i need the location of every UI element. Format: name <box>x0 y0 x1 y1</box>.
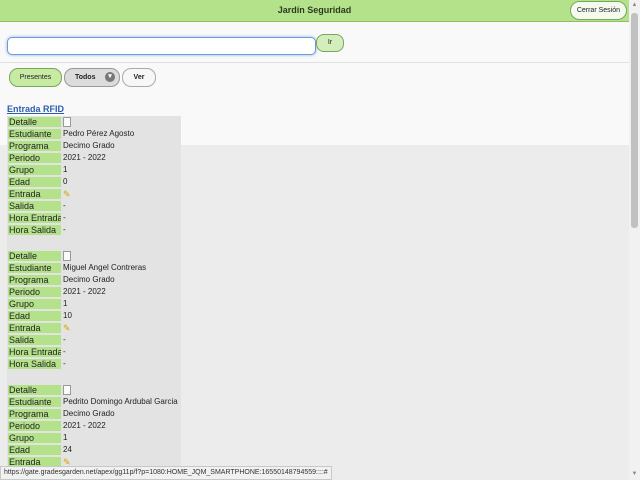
value-estudiante: Pedrito Domingo Ardubal Garcia <box>63 397 178 406</box>
scroll-up-arrow-icon[interactable]: ▲ <box>629 0 640 11</box>
filter-presentes-button[interactable]: Presentes <box>9 68 62 87</box>
value-estudiante: Miguel Angel Contreras <box>63 263 147 272</box>
document-icon[interactable] <box>63 385 71 395</box>
label-edad: Edad <box>8 311 61 321</box>
filter-ver-button[interactable]: Ver <box>122 68 156 87</box>
value-edad: 10 <box>63 311 72 320</box>
status-bar-url: https://gate.gradesgarden.net/apex/gg11p… <box>0 466 332 480</box>
label-hora-entrada: Hora Entrada <box>8 213 61 223</box>
label-salida: Salida <box>8 201 61 211</box>
chevron-down-icon: ▾ <box>105 72 115 82</box>
label-grupo: Grupo <box>8 299 61 309</box>
label-periodo: Periodo <box>8 153 61 163</box>
value-salida: - <box>63 335 66 344</box>
label-hora-salida: Hora Salida <box>8 225 61 235</box>
pencil-icon[interactable]: ✎ <box>63 189 71 199</box>
label-estudiante: Estudiante <box>8 397 61 407</box>
label-estudiante: Estudiante <box>8 263 61 273</box>
app-header: Jardín Seguridad Cerrar Sesión <box>0 0 629 22</box>
document-icon[interactable] <box>63 117 71 127</box>
record-list: Detalle Estudiante Pedro Pérez Agosto Pro… <box>7 116 181 480</box>
page-title: Jardín Seguridad <box>277 5 352 15</box>
value-grupo: 1 <box>63 433 68 442</box>
value-hora-salida: - <box>63 359 66 368</box>
section-title-link[interactable]: Entrada RFID <box>7 104 64 114</box>
value-edad: 0 <box>63 177 68 186</box>
label-detalle: Detalle <box>8 251 61 261</box>
list-item: Detalle Estudiante Miguel Angel Contreras… <box>7 250 181 370</box>
label-periodo: Periodo <box>8 287 61 297</box>
label-edad: Edad <box>8 445 61 455</box>
value-programa: Decimo Grado <box>63 141 115 150</box>
label-detalle: Detalle <box>8 385 61 395</box>
list-item: Detalle Estudiante Pedrito Domingo Arduba… <box>7 384 181 468</box>
label-entrada: Entrada <box>8 323 61 333</box>
value-periodo: 2021 - 2022 <box>63 421 106 430</box>
pencil-icon[interactable]: ✎ <box>63 323 71 333</box>
logout-button[interactable]: Cerrar Sesión <box>569 1 627 20</box>
value-edad: 24 <box>63 445 72 454</box>
label-grupo: Grupo <box>8 165 61 175</box>
vertical-scrollbar[interactable]: ▲ ▼ <box>629 0 640 480</box>
label-detalle: Detalle <box>8 117 61 127</box>
label-salida: Salida <box>8 335 61 345</box>
divider <box>0 62 629 63</box>
scroll-down-arrow-icon[interactable]: ▼ <box>629 469 640 480</box>
label-programa: Programa <box>8 409 61 419</box>
value-hora-salida: - <box>63 225 66 234</box>
value-programa: Decimo Grado <box>63 409 115 418</box>
value-hora-entrada: - <box>63 347 66 356</box>
label-hora-entrada: Hora Entrada <box>8 347 61 357</box>
value-programa: Decimo Grado <box>63 275 115 284</box>
value-salida: - <box>63 201 66 210</box>
label-hora-salida: Hora Salida <box>8 359 61 369</box>
filter-todos-label: Todos <box>75 74 96 81</box>
filter-todos-select[interactable]: Todos ▾ <box>64 68 120 87</box>
label-edad: Edad <box>8 177 61 187</box>
value-grupo: 1 <box>63 299 68 308</box>
value-estudiante: Pedro Pérez Agosto <box>63 129 135 138</box>
scroll-thumb[interactable] <box>631 13 638 228</box>
label-programa: Programa <box>8 141 61 151</box>
label-programa: Programa <box>8 275 61 285</box>
document-icon[interactable] <box>63 251 71 261</box>
label-entrada: Entrada <box>8 189 61 199</box>
value-grupo: 1 <box>63 165 68 174</box>
go-button[interactable]: Ir <box>316 34 344 52</box>
list-item: Detalle Estudiante Pedro Pérez Agosto Pro… <box>7 116 181 236</box>
label-estudiante: Estudiante <box>8 129 61 139</box>
value-hora-entrada: - <box>63 213 66 222</box>
label-periodo: Periodo <box>8 421 61 431</box>
search-input[interactable] <box>7 37 316 55</box>
label-grupo: Grupo <box>8 433 61 443</box>
value-periodo: 2021 - 2022 <box>63 287 106 296</box>
value-periodo: 2021 - 2022 <box>63 153 106 162</box>
